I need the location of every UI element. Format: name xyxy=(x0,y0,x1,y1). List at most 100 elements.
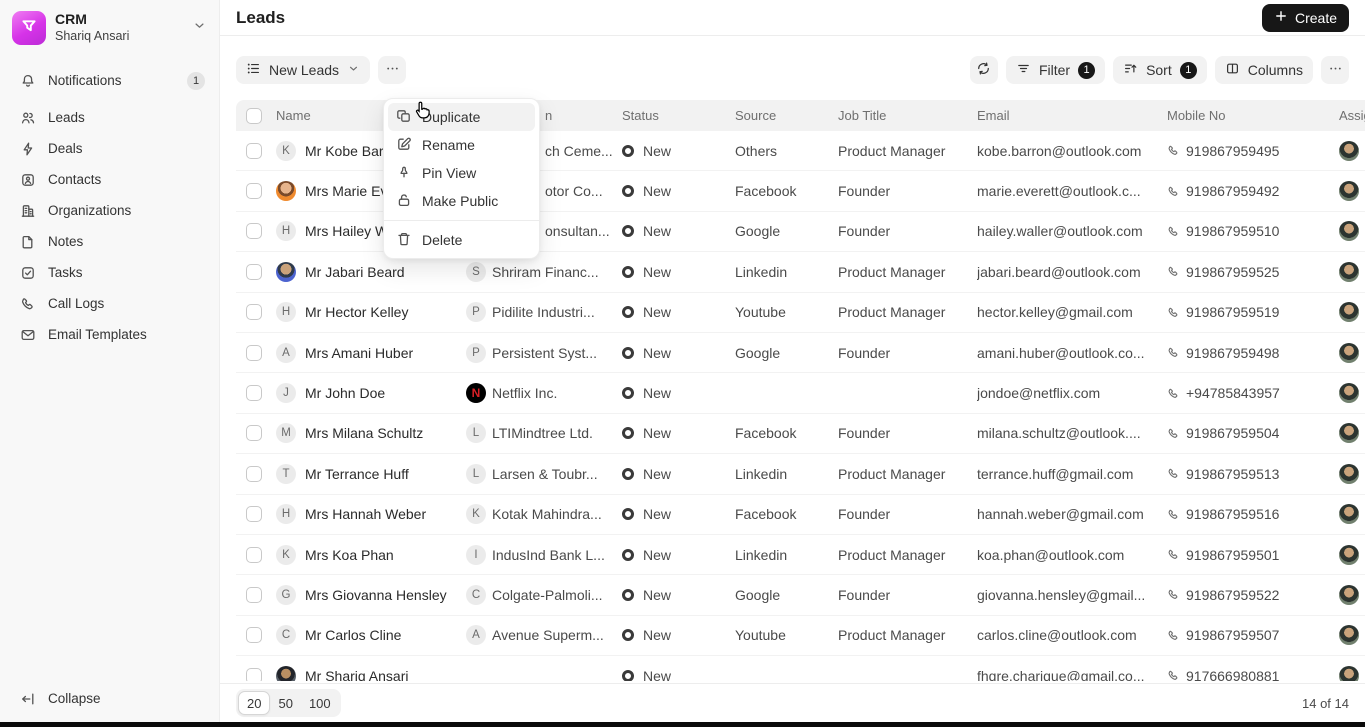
collapse-sidebar-button[interactable]: Collapse xyxy=(0,683,219,714)
assigned-cell xyxy=(1339,181,1365,202)
sidebar-item-label: Organizations xyxy=(48,203,132,218)
status-cell: New xyxy=(622,587,735,603)
table-row[interactable]: T Mr Terrance Huff L Larsen & Toubr... New Li… xyxy=(236,454,1365,495)
row-checkbox[interactable] xyxy=(246,304,262,321)
table-row[interactable]: J Mr John Doe N Netflix Inc. New jondoe@netfl… xyxy=(236,373,1365,414)
sidebar-item-contacts[interactable]: Contacts xyxy=(0,164,219,195)
menu-item-pin-view[interactable]: Pin View xyxy=(388,159,535,187)
row-checkbox[interactable] xyxy=(246,465,262,482)
column-header-job-title[interactable]: Job Title xyxy=(838,108,886,123)
table-row[interactable]: H Mr Hector Kelley P Pidilite Industri... Ne… xyxy=(236,293,1365,333)
filter-button[interactable]: Filter 1 xyxy=(1005,56,1106,84)
source-cell: Facebook xyxy=(735,506,797,523)
row-checkbox[interactable] xyxy=(246,263,262,280)
mobile-number: 919867959522 xyxy=(1186,586,1280,603)
menu-item-make-public[interactable]: Make Public xyxy=(388,187,535,215)
sidebar-item-email-templates[interactable]: Email Templates xyxy=(0,319,219,350)
status-label: New xyxy=(643,465,672,482)
table-row[interactable]: C Mr Carlos Cline A Avenue Superm... New Yout… xyxy=(236,616,1365,657)
columns-button[interactable]: Columns xyxy=(1214,56,1313,84)
page-size-20[interactable]: 20 xyxy=(238,691,271,715)
page-size-100[interactable]: 100 xyxy=(301,691,339,715)
view-selector[interactable]: New Leads xyxy=(236,56,371,84)
row-checkbox[interactable] xyxy=(246,385,262,402)
lead-initial-avatar: A xyxy=(276,342,296,363)
table-row[interactable]: K Mrs Koa Phan I IndusInd Bank L... New Linke… xyxy=(236,535,1365,576)
table-row[interactable]: G Mrs Giovanna Hensley C Colgate-Palmoli...… xyxy=(236,575,1365,616)
job-title-cell: Product Manager xyxy=(838,627,946,644)
rename-icon xyxy=(396,136,412,155)
status-label: New xyxy=(643,667,672,681)
status-new-icon xyxy=(622,185,634,198)
row-checkbox[interactable] xyxy=(246,425,262,442)
menu-item-delete[interactable]: Delete xyxy=(388,226,535,254)
row-checkbox[interactable] xyxy=(246,223,262,240)
app-name: CRM xyxy=(55,11,87,28)
status-label: New xyxy=(643,385,672,402)
sidebar-item-deals[interactable]: Deals xyxy=(0,133,219,164)
row-checkbox[interactable] xyxy=(246,183,262,200)
row-checkbox[interactable] xyxy=(246,667,262,681)
menu-item-duplicate[interactable]: Duplicate xyxy=(388,103,535,131)
assigned-cell xyxy=(1339,544,1365,565)
assignee-avatar[interactable] xyxy=(1339,302,1359,323)
lead-name-cell: Mr Jabari Beard xyxy=(276,261,466,282)
workspace-switcher[interactable]: CRM Shariq Ansari xyxy=(0,0,219,55)
column-header-email[interactable]: Email xyxy=(977,108,1010,123)
toolbar-more-button[interactable] xyxy=(1321,56,1349,84)
table-row[interactable]: H Mrs Hannah Weber K Kotak Mahindra... New Fa… xyxy=(236,495,1365,535)
column-header-organization[interactable]: n xyxy=(545,108,552,123)
assignee-avatar[interactable] xyxy=(1339,383,1359,404)
assignee-avatar[interactable] xyxy=(1339,504,1359,525)
column-header-status[interactable]: Status xyxy=(622,108,659,123)
select-all-checkbox[interactable] xyxy=(246,107,262,124)
create-button[interactable]: Create xyxy=(1261,3,1349,32)
organization-name: onsultan... xyxy=(545,223,610,240)
table-row[interactable]: Mr Shariq Ansari New fhqre.charique@gmail.… xyxy=(236,656,1365,681)
status-cell: New xyxy=(622,264,735,280)
assignee-avatar[interactable] xyxy=(1339,140,1359,161)
assignee-avatar[interactable] xyxy=(1339,665,1359,681)
assignee-avatar[interactable] xyxy=(1339,342,1359,363)
organization-cell: A Avenue Superm... xyxy=(466,625,622,646)
row-checkbox[interactable] xyxy=(246,506,262,523)
row-checkbox[interactable] xyxy=(246,546,262,563)
page-size-50[interactable]: 50 xyxy=(270,691,300,715)
assigned-cell xyxy=(1339,665,1365,681)
row-checkbox[interactable] xyxy=(246,586,262,603)
bell-icon xyxy=(20,73,36,89)
sidebar-item-leads[interactable]: Leads xyxy=(0,102,219,133)
sidebar-item-organizations[interactable]: Organizations xyxy=(0,195,219,226)
assignee-avatar[interactable] xyxy=(1339,544,1359,565)
sidebar-item-label: Notifications xyxy=(48,73,122,88)
email-cell: jondoe@netflix.com xyxy=(977,385,1101,402)
assignee-avatar[interactable] xyxy=(1339,261,1359,282)
row-checkbox[interactable] xyxy=(246,142,262,159)
sidebar-item-notifications[interactable]: Notifications 1 xyxy=(0,65,219,96)
toolbar: New Leads Filter 1 Sort 1 Columns xyxy=(220,36,1365,84)
assignee-avatar[interactable] xyxy=(1339,423,1359,444)
view-more-button[interactable] xyxy=(378,56,407,84)
sort-button[interactable]: Sort 1 xyxy=(1113,56,1207,84)
assignee-avatar[interactable] xyxy=(1339,625,1359,646)
organization-name: Pidilite Industri... xyxy=(492,304,595,321)
table-row[interactable]: M Mrs Milana Schultz L LTIMindtree Ltd. New F… xyxy=(236,414,1365,455)
sidebar-item-tasks[interactable]: Tasks xyxy=(0,257,219,288)
column-header-source[interactable]: Source xyxy=(735,108,776,123)
sidebar-item-notes[interactable]: Notes xyxy=(0,226,219,257)
column-header-assigned[interactable]: Assig xyxy=(1339,108,1365,123)
refresh-button[interactable] xyxy=(969,56,998,84)
row-checkbox[interactable] xyxy=(246,627,262,644)
column-header-name[interactable]: Name xyxy=(276,108,311,123)
sidebar-item-call-logs[interactable]: Call Logs xyxy=(0,288,219,319)
column-header-mobile[interactable]: Mobile No xyxy=(1167,108,1226,123)
row-checkbox[interactable] xyxy=(246,344,262,361)
assignee-avatar[interactable] xyxy=(1339,181,1359,202)
assignee-avatar[interactable] xyxy=(1339,221,1359,242)
menu-item-rename[interactable]: Rename xyxy=(388,131,535,159)
assignee-avatar[interactable] xyxy=(1339,463,1359,484)
email-cell: fhqre.charique@gmail.co... xyxy=(977,667,1145,681)
status-label: New xyxy=(643,183,672,200)
assignee-avatar[interactable] xyxy=(1339,584,1359,605)
table-row[interactable]: A Mrs Amani Huber P Persistent Syst... New Go… xyxy=(236,333,1365,374)
